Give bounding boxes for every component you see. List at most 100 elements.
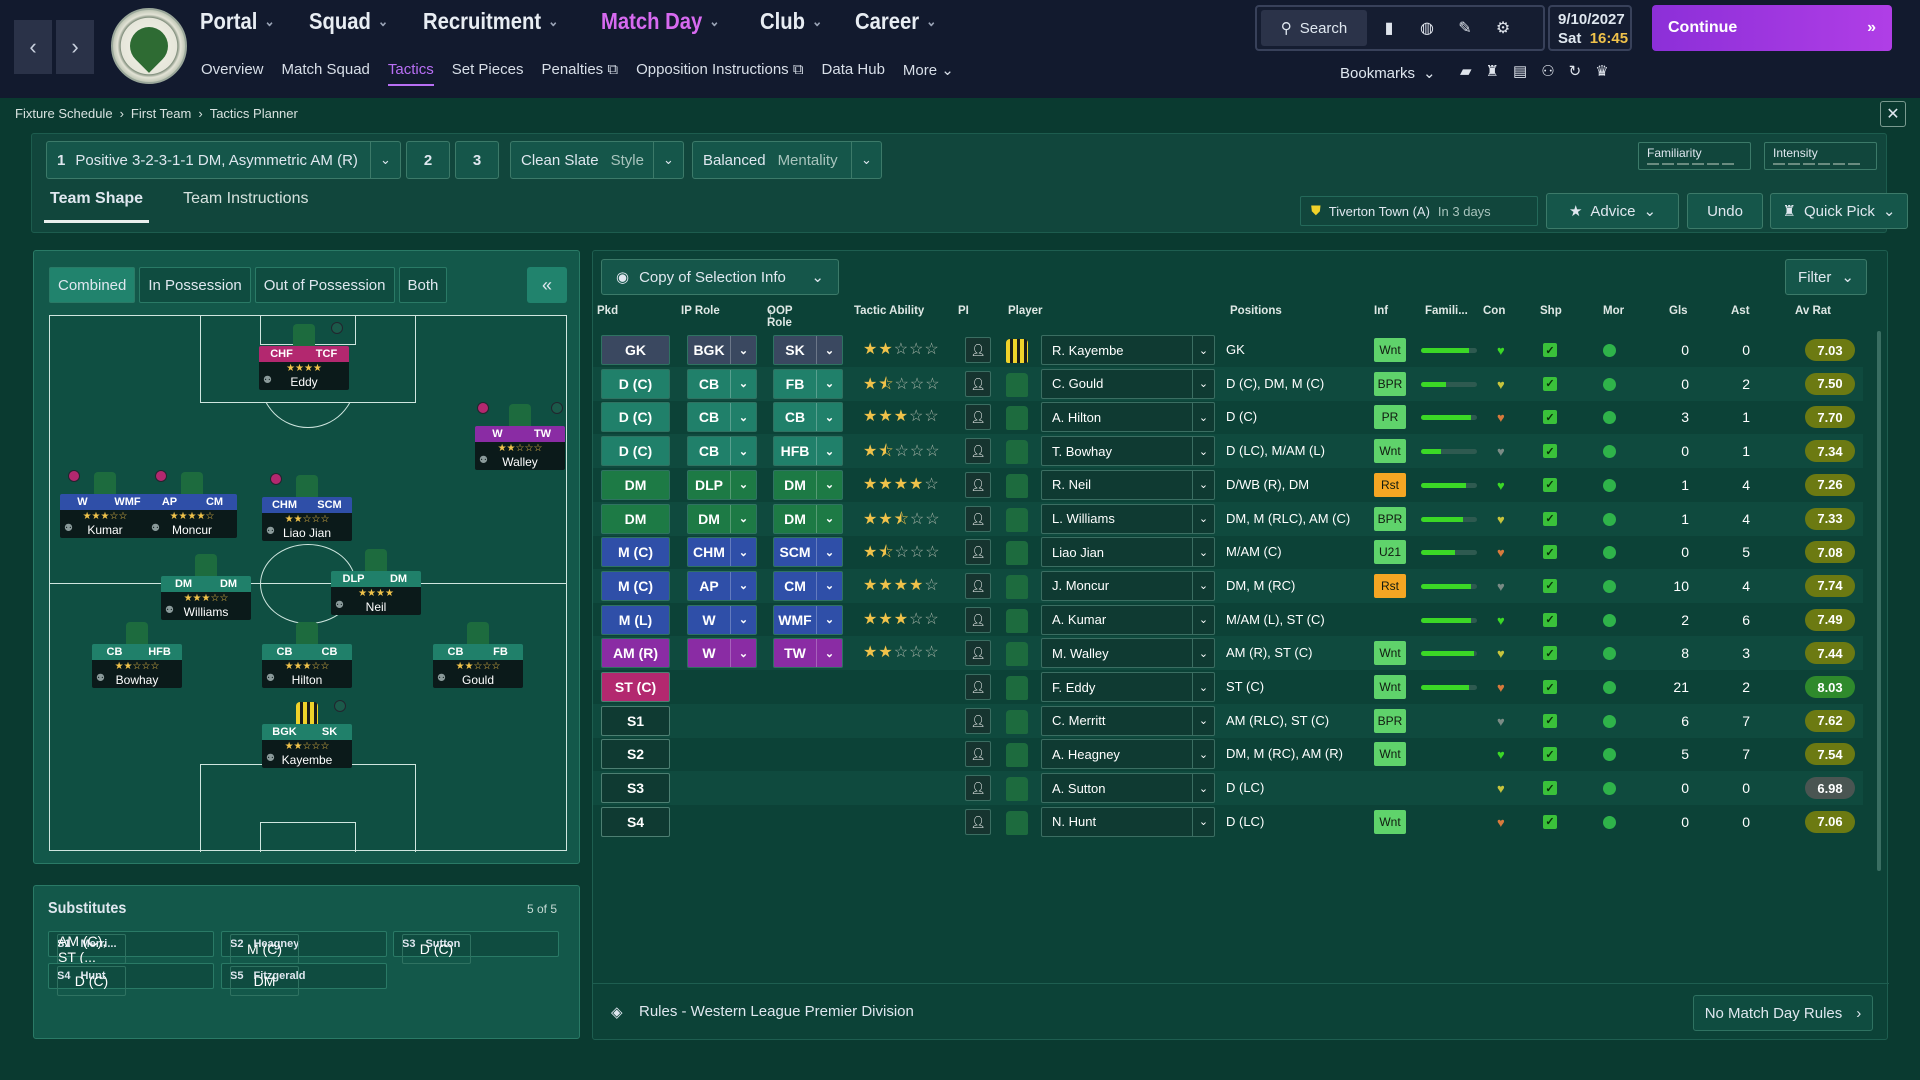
pitch-player-card[interactable]: W TW ★★☆☆☆ ⚉ Walley [475,402,565,470]
player-select[interactable]: Liao Jian ⌄ [1041,537,1215,568]
people-icon[interactable]: ⚇ [1541,62,1554,80]
table-row[interactable]: S1 👤︎ C. Merritt ⌄ AM (RLC), ST (C) BPR ♥ ✓ 6 7 7.… [593,703,1863,738]
picked-position[interactable]: D (C) [601,436,670,467]
player-select[interactable]: A. Hilton ⌄ [1041,402,1215,433]
forward-button[interactable]: › [56,20,94,74]
nav-squad[interactable]: Squad ⌄ [309,8,388,35]
pitch-player-card[interactable]: CB CB ★★★☆☆ ⚉ Hilton [262,622,352,688]
player-instructions-button[interactable]: 👤︎ [965,808,991,835]
settings-button[interactable]: ⚙ [1487,10,1519,46]
player-instructions-button[interactable]: 👤︎ [965,775,991,802]
nav-recruitment[interactable]: Recruitment ⌄ [423,8,558,35]
substitute-slot[interactable]: S3 Sutton D (C) [393,931,559,964]
table-row[interactable]: S2 👤︎ A. Heagney ⌄ DM, M (RC), AM (R) Wnt ♥ ✓ 5 7… [593,737,1863,771]
player-select[interactable]: R. Neil ⌄ [1041,469,1215,500]
bookmark-button[interactable]: ▮ [1373,10,1405,46]
col-gls[interactable]: Gls [1669,305,1688,317]
substitute-slot[interactable]: S2 Heagney M (C) [221,931,387,964]
tactic-select[interactable]: 1 Positive 3-2-3-1-1 DM, Asymmetric AM (… [46,141,401,179]
picked-position[interactable]: GK [601,335,670,365]
advice-button[interactable]: ★ Advice ⌄ [1546,193,1679,229]
col-av-rat[interactable]: Av Rat [1795,305,1831,317]
nav-portal[interactable]: Portal ⌄ [200,8,275,35]
oop-role-select[interactable]: CB ⌄ [773,402,843,433]
edit-button[interactable]: ✎ [1449,10,1481,46]
oop-role-select[interactable]: DM ⌄ [773,469,843,500]
ip-role-select[interactable]: DM ⌄ [687,503,757,534]
table-row[interactable]: M (C) CHM ⌄ SCM ⌄ ★⯪☆☆☆ 👤︎ Liao Jian ⌄ M/AM (C) U2… [593,535,1863,569]
style-select[interactable]: Clean Slate Style ⌄ [510,141,684,179]
oop-role-select[interactable]: SK ⌄ [773,335,843,365]
picked-position[interactable]: S3 [601,773,670,804]
table-row[interactable]: M (L) W ⌄ WMF ⌄ ★★★☆☆ 👤︎ A. Kumar ⌄ M/AM (L), ST … [593,603,1863,637]
oop-role-select[interactable]: TW ⌄ [773,638,843,669]
picked-position[interactable]: M (L) [601,604,670,635]
picked-position[interactable]: DM [601,469,670,500]
refresh-icon[interactable]: ↻ [1569,62,1582,80]
player-select[interactable]: N. Hunt ⌄ [1041,806,1215,837]
player-instructions-button[interactable]: 👤︎ [965,572,991,599]
quick-pick-button[interactable]: ♜ Quick Pick ⌄ [1770,193,1908,229]
oop-role-select[interactable]: FB ⌄ [773,368,843,399]
pitch-player-card[interactable]: AP CM ★★★★☆ ⚉ Moncur [147,470,237,538]
subnav-match-squad[interactable]: Match Squad [282,61,370,86]
subnav-set-pieces[interactable]: Set Pieces [452,61,524,86]
ip-role-select[interactable]: W ⌄ [687,604,757,635]
table-row[interactable]: S3 👤︎ A. Sutton ⌄ D (LC) ♥ ✓ 0 0 6.98 [593,771,1863,806]
player-select[interactable]: T. Bowhay ⌄ [1041,436,1215,467]
picked-position[interactable]: S2 [601,739,670,770]
player-select[interactable]: C. Merritt ⌄ [1041,705,1215,736]
pitch-player-card[interactable]: W WMF ★★★☆☆ ⚉ Kumar [60,470,150,538]
oop-role-select[interactable]: HFB ⌄ [773,436,843,467]
picked-position[interactable]: S4 [601,806,670,837]
pitch-player-card[interactable]: CB HFB ★★☆☆☆ ⚉ Bowhay [92,622,182,688]
ip-role-select[interactable]: W ⌄ [687,638,757,669]
substitute-slot[interactable]: S1 Merri... AM (C), ST (... [48,931,214,965]
no-match-day-rules-button[interactable]: No Match Day Rules › [1693,995,1873,1031]
ip-role-select[interactable]: DLP ⌄ [687,469,757,500]
col-positions[interactable]: Positions [1230,305,1282,317]
table-row[interactable]: AM (R) W ⌄ TW ⌄ ★★☆☆☆ 👤︎ M. Walley ⌄ AM (R), ST (… [593,636,1863,671]
table-scrollbar[interactable] [1877,331,1881,871]
collapse-panel-button[interactable]: « [527,267,567,303]
oop-role-select[interactable]: CM ⌄ [773,570,843,601]
col-pi[interactable]: PI [958,305,969,317]
tab-team-shape[interactable]: Team Shape [44,184,150,223]
subnav-more[interactable]: More ⌄ [903,61,954,86]
next-fixture[interactable]: ⛊ Tiverton Town (A) In 3 days [1300,196,1538,226]
table-row[interactable]: D (C) CB ⌄ HFB ⌄ ★⯪☆☆☆ 👤︎ T. Bowhay ⌄ D (LC), M/A… [593,434,1863,469]
view-tab-both[interactable]: Both [398,267,448,303]
player-select[interactable]: M. Walley ⌄ [1041,638,1215,669]
tab-team-instructions[interactable]: Team Instructions [177,184,314,223]
player-instructions-button[interactable]: 👤︎ [965,539,991,566]
player-select[interactable]: R. Kayembe ⌄ [1041,335,1215,365]
breadcrumb-fixture-schedule[interactable]: Fixture Schedule [15,106,113,121]
col-mor[interactable]: Mor [1603,305,1624,317]
subnav-penalties[interactable]: Penalties ⧉ [541,61,618,86]
player-instructions-button[interactable]: 👤︎ [965,741,991,768]
picked-position[interactable]: D (C) [601,368,670,399]
table-row[interactable]: M (C) AP ⌄ CM ⌄ ★★★★☆ 👤︎ J. Moncur ⌄ DM, M (RC) Rs… [593,568,1863,603]
picked-position[interactable]: AM (R) [601,638,670,669]
col-familiarity[interactable]: Famili... [1425,305,1468,317]
player-select[interactable]: A. Sutton ⌄ [1041,773,1215,804]
player-instructions-button[interactable]: 👤︎ [965,707,991,734]
nav-club[interactable]: Club ⌄ [760,8,822,35]
close-button[interactable]: ✕ [1880,101,1906,127]
player-instructions-button[interactable]: 👤︎ [965,337,991,363]
familiarity-meter[interactable]: Familiarity [1638,142,1751,170]
oop-role-select[interactable]: WMF ⌄ [773,604,843,635]
player-instructions-button[interactable]: 👤︎ [965,640,991,667]
table-row[interactable]: D (C) CB ⌄ CB ⌄ ★★★☆☆ 👤︎ A. Hilton ⌄ D (C) PR ♥ ✓ 3 1 7… [593,400,1863,434]
mentality-select[interactable]: Balanced Mentality ⌄ [692,141,882,179]
picked-position[interactable]: ST (C) [601,672,670,702]
pitch-player-card[interactable]: CHM SCM ★★☆☆☆ ⚉ Liao Jian [262,473,352,541]
subnav-tactics[interactable]: Tactics [387,61,434,86]
substitute-slot[interactable]: S5 Fitzgerald DM [221,963,387,996]
player-instructions-button[interactable]: 👤︎ [965,370,991,397]
ip-role-select[interactable]: CB ⌄ [687,402,757,433]
picked-position[interactable]: M (C) [601,537,670,568]
game-date[interactable]: 9/10/2027 Sat 16:45 [1548,5,1632,51]
chat-icon[interactable]: ▰ [1460,62,1472,80]
filter-button[interactable]: Filter ⌄ [1785,259,1867,295]
